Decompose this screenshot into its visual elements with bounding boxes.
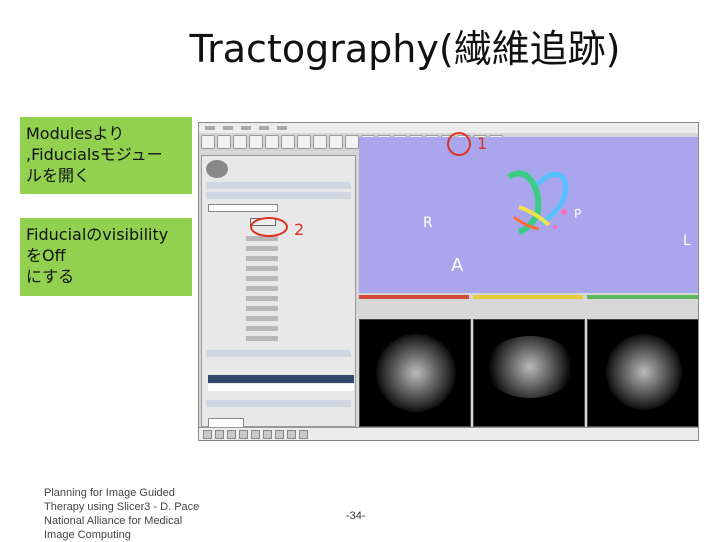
callout-number-2: 2 <box>294 220 305 239</box>
slicer-window-screenshot: R P A L <box>198 122 699 441</box>
green-slice-bar[interactable] <box>587 295 698 299</box>
axis-label-right: R <box>423 215 433 231</box>
menu-item[interactable] <box>241 126 251 130</box>
callout-number-1: 1 <box>477 134 488 153</box>
instruction-note-modules: Modulesより ,Fiducialsモジュー ルを開く <box>20 117 192 194</box>
toolbar-button[interactable] <box>297 135 311 149</box>
fiducial-list-selector[interactable] <box>208 204 278 212</box>
module-icon[interactable] <box>299 430 308 439</box>
axis-label-left: L <box>683 233 691 249</box>
table-row[interactable] <box>208 384 354 391</box>
yellow-slice-bar[interactable] <box>473 295 583 299</box>
3d-view[interactable]: R P A L <box>359 137 698 293</box>
note-text: Fiducialのvisibility をOff にする <box>26 225 169 286</box>
status-bar <box>199 427 698 440</box>
module-panel <box>201 155 356 440</box>
brain-image <box>606 334 682 410</box>
slider[interactable] <box>246 256 278 261</box>
toolbar-button[interactable] <box>345 135 359 149</box>
slicer-logo <box>206 160 228 178</box>
page-number: -34- <box>346 510 366 522</box>
toolbar-button[interactable] <box>329 135 343 149</box>
menu-item[interactable] <box>205 126 215 130</box>
module-icon[interactable] <box>203 430 212 439</box>
slider[interactable] <box>246 276 278 281</box>
toolbar-button[interactable] <box>217 135 231 149</box>
menu-item[interactable] <box>223 126 233 130</box>
instruction-note-visibility: Fiducialのvisibility をOff にする <box>20 218 192 296</box>
slider[interactable] <box>246 296 278 301</box>
axis-label-posterior: P <box>574 207 582 221</box>
toolbar-button[interactable] <box>265 135 279 149</box>
fiducial-table-header <box>208 375 354 383</box>
section-header[interactable] <box>206 350 351 357</box>
module-icon[interactable] <box>227 430 236 439</box>
slider[interactable] <box>246 266 278 271</box>
callout-circle-1 <box>447 132 471 156</box>
note-text: Modulesより ,Fiducialsモジュー ルを開く <box>26 124 163 185</box>
menu-item[interactable] <box>277 126 287 130</box>
toolbar-button[interactable] <box>233 135 247 149</box>
slide-title: Tractography(繊維追跡) <box>189 27 621 71</box>
sagittal-slice-view[interactable] <box>473 319 585 427</box>
menu-bar <box>199 123 698 133</box>
toolbar-button[interactable] <box>201 135 215 149</box>
module-icon[interactable] <box>215 430 224 439</box>
slider[interactable] <box>246 336 278 341</box>
module-icon[interactable] <box>287 430 296 439</box>
section-header[interactable] <box>206 400 351 407</box>
callout-circle-2 <box>250 217 288 237</box>
toolbar-button[interactable] <box>281 135 295 149</box>
slider[interactable] <box>246 306 278 311</box>
tract-rendering <box>507 170 569 235</box>
brain-image <box>484 336 576 398</box>
toolbar-button[interactable] <box>313 135 327 149</box>
slider[interactable] <box>246 286 278 291</box>
menu-item[interactable] <box>259 126 269 130</box>
module-icon[interactable] <box>251 430 260 439</box>
coronal-slice-view[interactable] <box>587 319 698 427</box>
red-slice-bar[interactable] <box>359 295 469 299</box>
module-icon[interactable] <box>275 430 284 439</box>
axis-label-anterior: A <box>451 255 464 276</box>
module-icon[interactable] <box>263 430 272 439</box>
footer-credit: Planning for Image Guided Therapy using … <box>44 487 200 541</box>
toolbar-button[interactable] <box>249 135 263 149</box>
slider[interactable] <box>246 326 278 331</box>
brain-image <box>376 334 456 412</box>
module-header[interactable] <box>206 182 351 189</box>
section-header[interactable] <box>206 192 351 199</box>
slice-controls-bar <box>359 295 698 319</box>
slider[interactable] <box>246 316 278 321</box>
slider[interactable] <box>246 246 278 251</box>
module-icon[interactable] <box>239 430 248 439</box>
axial-slice-view[interactable] <box>359 319 471 427</box>
